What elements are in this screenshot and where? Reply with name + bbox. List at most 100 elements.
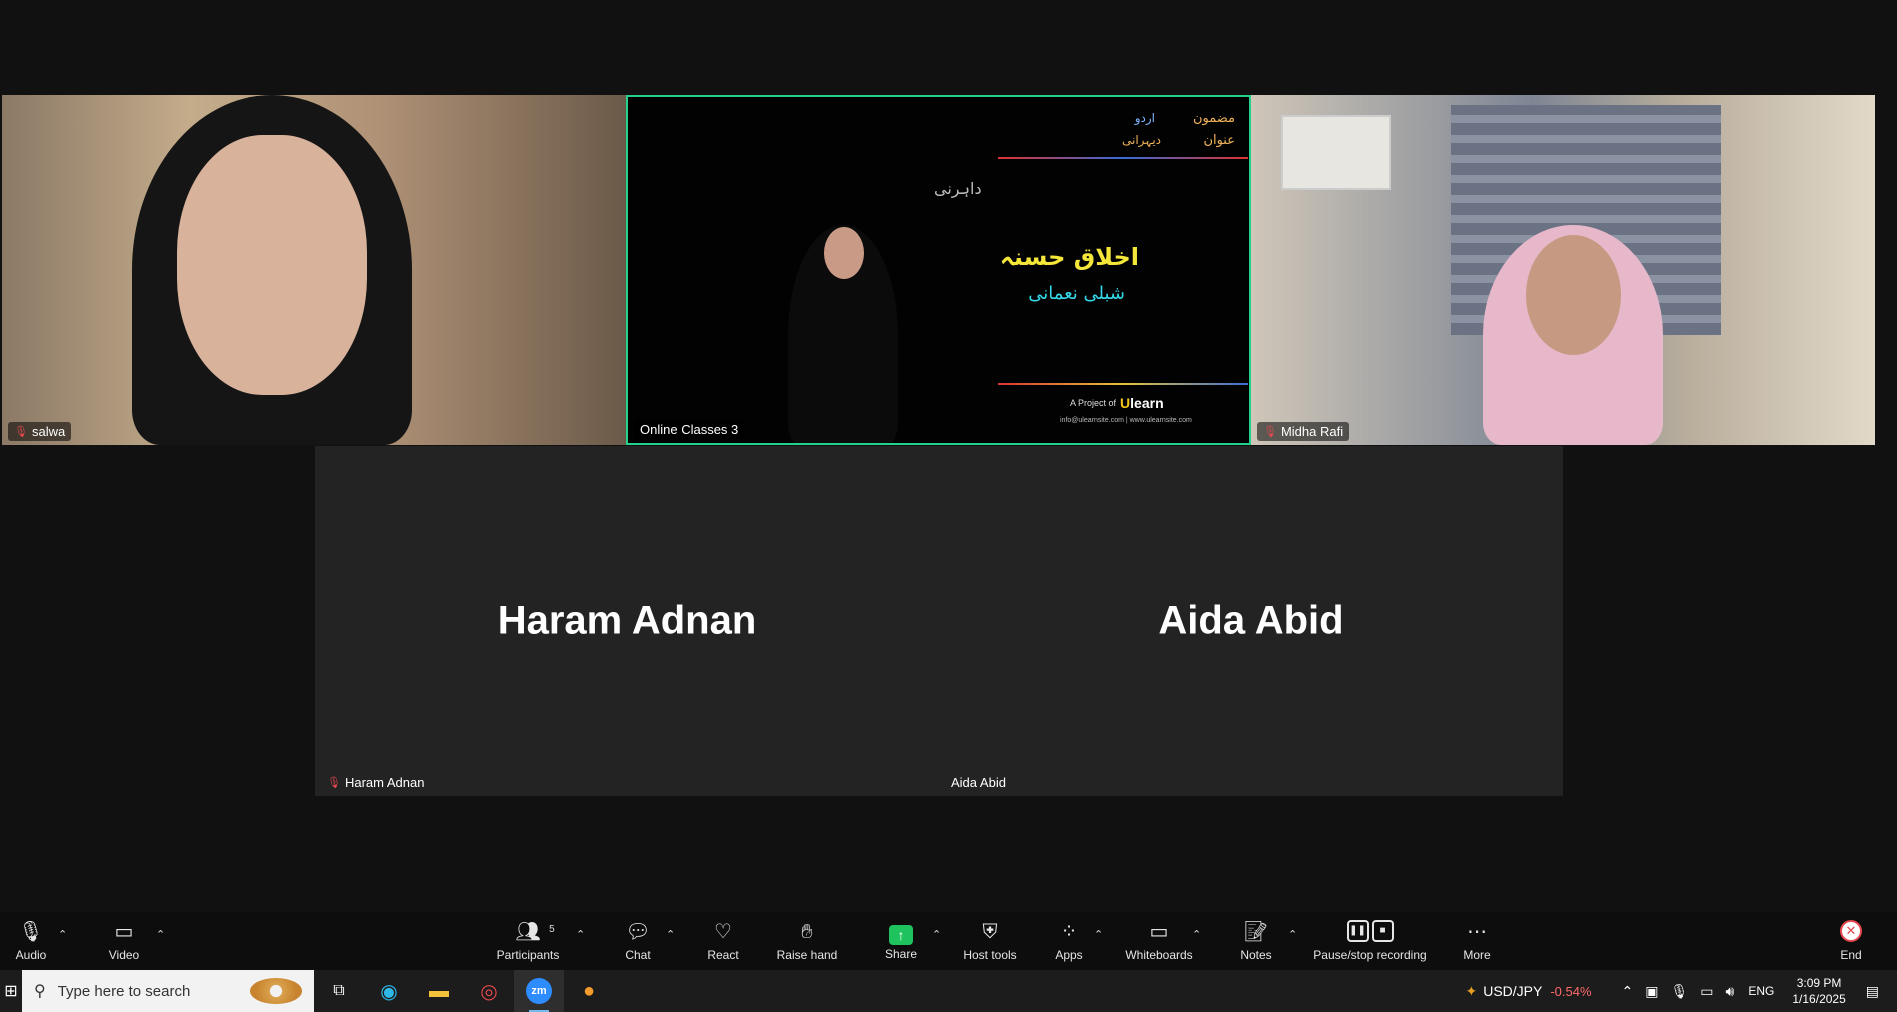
slide-divider-bottom — [998, 383, 1248, 385]
notifications-icon[interactable]: ▤ — [1866, 983, 1879, 1000]
participant-name: Midha Rafi — [1280, 424, 1344, 439]
edge-app[interactable]: ◉ — [364, 970, 414, 1012]
video-camera-icon: ▭ — [114, 921, 134, 943]
volume-icon[interactable]: 🔊︎ — [1726, 983, 1735, 1000]
name-tag: 🎙︎ salwa — [8, 422, 72, 441]
start-button[interactable]: ⊞ — [0, 970, 22, 1012]
slide-label-subject: مضمون — [1192, 111, 1235, 126]
ticker-symbol[interactable]: USD/JPY — [1483, 983, 1542, 999]
clock-time: 3:09 PM — [1796, 976, 1842, 990]
pinned-app[interactable]: ● — [564, 970, 614, 1012]
participant-face — [177, 135, 367, 395]
video-tile-online-classes[interactable]: داہرنی مضمون اردو عنوان دیہرانی اخلاق حس… — [626, 95, 1251, 445]
apps-button[interactable]: ⁘ Apps — [1054, 912, 1084, 970]
clock[interactable]: 3:09 PM 1/16/2025 — [1792, 975, 1845, 1007]
raise-hand-button[interactable]: ✋︎ Raise hand — [776, 912, 838, 970]
whiteboards-button[interactable]: ▭ Whiteboards — [1124, 912, 1194, 970]
end-button[interactable]: ✕ End — [1836, 912, 1866, 970]
share-screen-icon: ↑ — [889, 924, 913, 945]
slide-side-text: داہرنی — [934, 179, 982, 198]
slide-contact: info@ulearnsite.com | www.ulearnsite.com — [1060, 417, 1192, 424]
air-conditioner — [1281, 115, 1391, 190]
video-tile-haram-adnan[interactable]: Haram Adnan 🎙︎ Haram Adnan — [315, 446, 939, 796]
presenter-face — [824, 227, 864, 279]
chat-icon: 💬︎ — [625, 921, 651, 943]
system-tray: ✦ USD/JPY -0.54% ⌃ ▣ 🎙︎ ▭ 🔊︎ ENG 3:09 PM… — [1459, 970, 1897, 1012]
audio-options-caret[interactable]: ⌃ — [58, 928, 67, 941]
end-icon: ✕ — [1840, 920, 1862, 942]
participant-name: salwa — [31, 424, 66, 439]
video-tile-midha-rafi[interactable]: 🎙︎ Midha Rafi — [1251, 95, 1875, 445]
folder-icon: ▬ — [429, 979, 449, 1002]
windows-icon: ⊞ — [4, 983, 18, 1000]
video-tile-aida-abid[interactable]: Aida Abid Aida Abid — [939, 446, 1563, 796]
pause-stop-recording-button[interactable]: ❚❚ ■ Pause/stop recording — [1312, 912, 1428, 970]
zoom-icon: zm — [526, 978, 552, 1004]
apps-options-caret[interactable]: ⌃ — [1094, 928, 1103, 941]
slide-label-title: عنوان — [1203, 133, 1235, 148]
ulearn-logo: Ulearn — [1120, 395, 1164, 411]
notes-button[interactable]: 📝︎ Notes — [1238, 912, 1274, 970]
slide-project-line: A Project of Ulearn — [1070, 395, 1164, 411]
taskbar-search[interactable]: ⚲ Type here to search — [22, 970, 314, 1012]
participants-button[interactable]: 👥︎ 5 Participants — [496, 912, 560, 970]
notes-options-caret[interactable]: ⌃ — [1288, 928, 1297, 941]
task-view-button[interactable]: ⧉ — [314, 970, 364, 1012]
participant-face — [1526, 235, 1621, 355]
share-options-caret[interactable]: ⌃ — [932, 928, 941, 941]
chat-options-caret[interactable]: ⌃ — [666, 928, 675, 941]
task-view-icon: ⧉ — [333, 982, 345, 999]
microphone-icon[interactable]: 🎙︎ — [1671, 983, 1689, 1000]
mic-muted-icon: 🎙︎ — [14, 426, 28, 438]
edge-icon: ◉ — [380, 980, 398, 1003]
camera-icon[interactable]: ▣ — [1645, 983, 1658, 1000]
search-highlight-icon[interactable] — [250, 978, 302, 1004]
participants-options-caret[interactable]: ⌃ — [576, 928, 585, 941]
video-button[interactable]: ▭ Video — [104, 912, 144, 970]
ticker-change: -0.54% — [1550, 983, 1592, 999]
shield-icon: ⛨ — [982, 921, 998, 943]
heart-icon: ♡ — [714, 921, 732, 943]
whiteboards-options-caret[interactable]: ⌃ — [1192, 928, 1201, 941]
language-indicator[interactable]: ENG — [1748, 984, 1774, 998]
meeting-toolbar: 🎙︎ Audio ⌃ ▭ Video ⌃ 👥︎ 5 Participants ⌃ … — [0, 912, 1897, 970]
chat-button[interactable]: 💬︎ Chat — [620, 912, 656, 970]
host-tools-button[interactable]: ⛨ Host tools — [962, 912, 1018, 970]
microphone-icon: 🎙︎ — [18, 921, 44, 943]
participant-name: Online Classes 3 — [640, 422, 739, 437]
slide-author: شبلی نعمانی — [1028, 283, 1125, 304]
video-options-caret[interactable]: ⌃ — [156, 928, 165, 941]
name-tag: 🎙︎ Haram Adnan — [321, 773, 430, 792]
video-tile-salwa[interactable]: 🎙︎ salwa — [2, 95, 626, 445]
recorder-app[interactable]: ◎ — [464, 970, 514, 1012]
name-tag: Aida Abid — [945, 773, 1012, 792]
share-button[interactable]: ↑ Share — [884, 912, 918, 970]
more-icon: ⋯ — [1467, 921, 1487, 943]
app-icon: ● — [582, 979, 596, 1002]
chevron-up-icon[interactable]: ⌃ — [1622, 983, 1634, 1000]
participant-display-name: Aida Abid — [1158, 598, 1344, 643]
hand-icon: ✋︎ — [801, 921, 813, 943]
slide-divider-top — [998, 157, 1248, 159]
participants-icon: 👥︎ 5 — [515, 920, 554, 946]
windows-taskbar: ⊞ ⚲ Type here to search ⧉ ◉ ▬ ◎ zm ● ✦ U… — [0, 970, 1897, 1012]
participant-name: Aida Abid — [951, 775, 1006, 790]
project-prefix: A Project of — [1070, 398, 1117, 408]
name-tag: 🎙︎ Midha Rafi — [1257, 422, 1350, 441]
notes-icon: 📝︎ — [1243, 921, 1269, 943]
file-explorer-app[interactable]: ▬ — [414, 970, 464, 1012]
audio-button[interactable]: 🎙︎ Audio — [8, 912, 54, 970]
zoom-app[interactable]: zm — [514, 970, 564, 1012]
search-placeholder: Type here to search — [57, 982, 191, 1000]
currency-icon: ✦ — [1465, 982, 1478, 999]
more-button[interactable]: ⋯ More — [1460, 912, 1494, 970]
react-button[interactable]: ♡ React — [704, 912, 742, 970]
network-icon[interactable]: ▭ — [1700, 983, 1713, 1000]
mic-muted-icon: 🎙︎ — [327, 777, 341, 789]
slide-value-title: دیہرانی — [1121, 133, 1161, 147]
meeting-stage: 🎙︎ salwa داہرنی مضمون اردو عنوان دیہرانی… — [0, 0, 1897, 912]
clock-date: 1/16/2025 — [1792, 992, 1846, 1006]
pause-stop-icon: ❚❚ ■ — [1346, 920, 1394, 946]
participant-display-name: Haram Adnan — [497, 598, 757, 643]
recorder-icon: ◎ — [480, 980, 498, 1003]
